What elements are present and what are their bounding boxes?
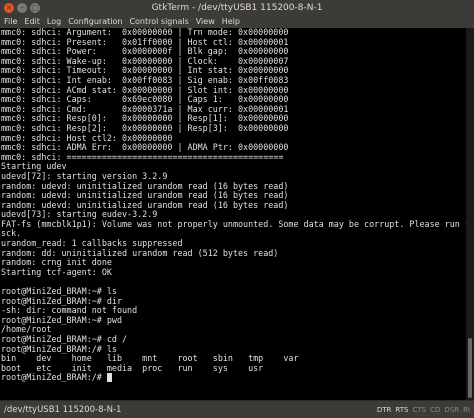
menu-edit[interactable]: Edit	[20, 16, 43, 28]
control-signals: DTR RTS CTS CD DSR RI	[377, 403, 470, 417]
terminal-line: Starting tcf-agent: OK	[1, 266, 112, 277]
port-settings: /dev/ttyUSB1 115200-8-N-1	[4, 405, 122, 415]
menu-bar: File Edit Log Configuration Control sign…	[0, 16, 474, 28]
window-titlebar[interactable]: × – □ GtkTerm - /dev/ttyUSB1 115200-8-N-…	[0, 0, 474, 16]
signal-cd: CD	[430, 406, 441, 414]
menu-help[interactable]: Help	[218, 16, 243, 28]
menu-file[interactable]: File	[0, 16, 20, 28]
terminal-scrollbar[interactable]	[466, 28, 474, 400]
menu-log[interactable]: Log	[43, 16, 64, 28]
signal-cts: CTS	[412, 406, 427, 414]
status-bar: /dev/ttyUSB1 115200-8-N-1 DTR RTS CTS CD DSR…	[0, 400, 474, 418]
terminal-line: root@MiniZed_BRAM:/#	[0, 373, 466, 383]
terminal-output[interactable]: mmc0: sdhci: Argument: 0x00000000 | Trn …	[0, 28, 466, 400]
scrollbar-thumb[interactable]	[468, 338, 472, 398]
signal-dtr: DTR	[376, 406, 392, 414]
window-title: GtkTerm - /dev/ttyUSB1 115200-8-N-1	[151, 3, 323, 13]
terminal-cursor	[106, 373, 112, 383]
signal-dsr: DSR	[444, 406, 460, 414]
menu-control-signals[interactable]: Control signals	[125, 16, 191, 28]
menu-configuration[interactable]: Configuration	[64, 16, 125, 28]
signal-ri: RI	[463, 406, 470, 414]
terminal-line: root@MiniZed_BRAM:~# pwd	[1, 314, 123, 325]
terminal-line: mmc0: sdhci: ===========================…	[1, 151, 284, 162]
signal-rts: RTS	[395, 406, 409, 414]
terminal-line: FAT-fs (mmcblk1p1): Volume was not prope…	[1, 218, 466, 229]
menu-view[interactable]: View	[192, 16, 218, 28]
